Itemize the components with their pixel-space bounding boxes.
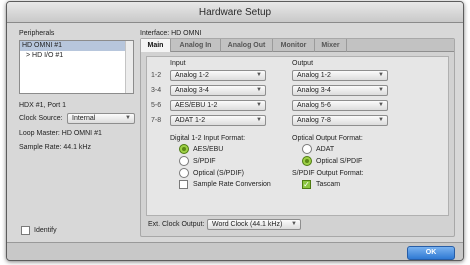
input-select-3-4[interactable]: Analog 3-4 ▼ <box>170 85 266 96</box>
radio-adat[interactable] <box>302 144 312 154</box>
spdif-output-format-heading: S/PDIF Output Format: <box>292 170 364 177</box>
chevron-down-icon: ▼ <box>256 102 262 108</box>
digital-input-format-heading: Digital 1-2 Input Format: <box>170 135 246 142</box>
channel-label-5-6: 5-6 <box>151 102 162 109</box>
interface-tabs: Main Analog In Analog Out Monitor Mixer <box>141 39 454 52</box>
sample-rate-conversion-label: Sample Rate Conversion <box>193 181 271 188</box>
output-heading: Output <box>292 60 314 67</box>
radio-aes-ebu-label: AES/EBU <box>193 146 224 153</box>
peripheral-item-hd-io[interactable]: > HD I/O #1 <box>20 51 133 61</box>
clock-source-select[interactable]: Internal ▼ <box>67 113 135 124</box>
input-select-5-6[interactable]: AES/EBU 1-2 ▼ <box>170 100 266 111</box>
peripherals-scrollbar[interactable] <box>125 41 133 93</box>
output-value-5-6: Analog 5-6 <box>297 102 331 109</box>
input-heading: Input <box>170 60 186 67</box>
clock-source-value: Internal <box>72 115 96 122</box>
ext-clock-output-label: Ext. Clock Output: <box>148 221 205 228</box>
input-value-3-4: Analog 3-4 <box>175 87 209 94</box>
chevron-down-icon: ▼ <box>291 221 297 227</box>
sample-rate-conversion-checkbox[interactable] <box>179 180 188 189</box>
tascam-checkbox[interactable]: ✓ <box>302 180 311 189</box>
tab-analog-in[interactable]: Analog In <box>171 39 221 52</box>
chevron-down-icon: ▼ <box>378 72 384 78</box>
output-select-7-8[interactable]: Analog 7-8 ▼ <box>292 115 388 126</box>
radio-spdif[interactable] <box>179 156 189 166</box>
tab-monitor[interactable]: Monitor <box>273 39 315 52</box>
sample-rate-label: Sample Rate: 44.1 kHz <box>19 144 91 151</box>
interface-panel: Main Analog In Analog Out Monitor Mixer … <box>140 38 455 237</box>
peripherals-heading: Peripherals <box>19 30 55 37</box>
window-title: Hardware Setup <box>7 2 463 23</box>
ok-button[interactable]: OK <box>407 246 455 260</box>
radio-optical-spdif-output-label: Optical S/PDIF <box>316 158 363 165</box>
tab-analog-out[interactable]: Analog Out <box>221 39 273 52</box>
radio-spdif-label: S/PDIF <box>193 158 216 165</box>
main-tab-content: Input Output 1-2 Analog 1-2 ▼ Analog 1-2… <box>146 56 449 216</box>
output-value-3-4: Analog 3-4 <box>297 87 331 94</box>
clock-source-label: Clock Source: <box>19 115 63 122</box>
input-value-1-2: Analog 1-2 <box>175 72 209 79</box>
ext-clock-output-value: Word Clock (44.1 kHz) <box>212 221 283 228</box>
tab-main[interactable]: Main <box>141 39 171 52</box>
radio-optical-spdif-label: Optical (S/PDIF) <box>193 170 244 177</box>
chevron-down-icon: ▼ <box>256 117 262 123</box>
channel-label-1-2: 1-2 <box>151 72 162 79</box>
optical-output-format-heading: Optical Output Format: <box>292 135 363 142</box>
chevron-down-icon: ▼ <box>256 72 262 78</box>
input-select-7-8[interactable]: ADAT 1-2 ▼ <box>170 115 266 126</box>
identify-checkbox[interactable] <box>21 226 30 235</box>
hardware-setup-window: Hardware Setup Peripherals HD OMNI #1 > … <box>6 1 464 261</box>
input-select-1-2[interactable]: Analog 1-2 ▼ <box>170 70 266 81</box>
port-label: HDX #1, Port 1 <box>19 102 67 109</box>
chevron-down-icon: ▼ <box>378 87 384 93</box>
output-select-1-2[interactable]: Analog 1-2 ▼ <box>292 70 388 81</box>
chevron-down-icon: ▼ <box>378 117 384 123</box>
radio-optical-spdif[interactable] <box>179 168 189 178</box>
peripherals-list[interactable]: HD OMNI #1 > HD I/O #1 <box>19 40 134 94</box>
input-value-5-6: AES/EBU 1-2 <box>175 102 218 109</box>
input-value-7-8: ADAT 1-2 <box>175 117 206 124</box>
loop-master-label: Loop Master: HD OMNI #1 <box>19 130 102 137</box>
chevron-down-icon: ▼ <box>256 87 262 93</box>
output-value-7-8: Analog 7-8 <box>297 117 331 124</box>
tascam-label: Tascam <box>316 181 341 188</box>
channel-label-7-8: 7-8 <box>151 117 162 124</box>
channel-label-3-4: 3-4 <box>151 87 162 94</box>
dialog-footer: OK <box>7 242 463 260</box>
interface-label: Interface: HD OMNI <box>140 30 202 37</box>
radio-adat-label: ADAT <box>316 146 335 153</box>
radio-aes-ebu[interactable] <box>179 144 189 154</box>
output-select-3-4[interactable]: Analog 3-4 ▼ <box>292 85 388 96</box>
peripheral-item-hd-omni[interactable]: HD OMNI #1 <box>20 41 133 51</box>
output-value-1-2: Analog 1-2 <box>297 72 331 79</box>
identify-label: Identify <box>34 227 57 234</box>
radio-optical-spdif-output[interactable] <box>302 156 312 166</box>
chevron-down-icon: ▼ <box>378 102 384 108</box>
tab-mixer[interactable]: Mixer <box>315 39 347 52</box>
output-select-5-6[interactable]: Analog 5-6 ▼ <box>292 100 388 111</box>
ext-clock-output-select[interactable]: Word Clock (44.1 kHz) ▼ <box>207 219 301 230</box>
chevron-down-icon: ▼ <box>125 115 131 121</box>
